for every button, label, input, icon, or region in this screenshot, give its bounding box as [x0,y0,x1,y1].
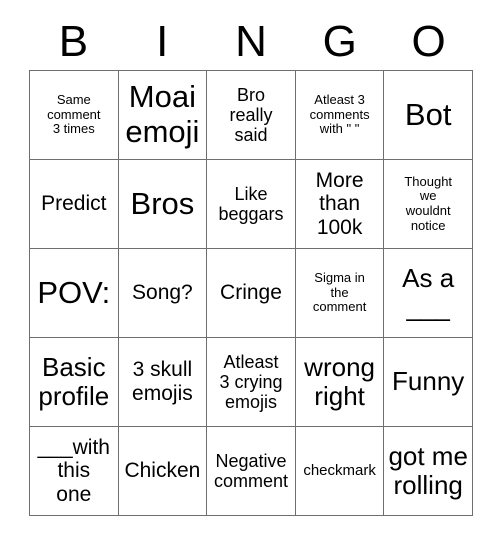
bingo-cell-label: Atleast 3 comments with " " [309,92,370,137]
bingo-cell-label: Thought we wouldnt notice [404,173,453,233]
bingo-cell-label: POV: [37,274,111,310]
bingo-cell-label: Bro really said [229,84,273,146]
header-letter-b: B [58,17,89,66]
bingo-cell[interactable]: Atleast 3 comments with " " [295,71,385,160]
bingo-cell[interactable]: 3 skull emojis [118,338,208,427]
bingo-cell-label: Funny [392,366,465,397]
bingo-cell[interactable]: ___with this one [30,427,119,516]
bingo-cell[interactable]: Song? [118,249,208,338]
bingo-cell-label: got me rolling [388,440,468,500]
bingo-cell[interactable]: Atleast 3 crying emojis [207,338,296,427]
bingo-cell[interactable]: wrong right [295,338,385,427]
bingo-cell[interactable]: got me rolling [384,427,473,516]
bingo-cell[interactable]: Bot [384,71,473,160]
bingo-cell[interactable]: Basic profile [30,338,119,427]
header-letter-g: G [322,17,357,66]
bingo-cell-label: wrong right [304,351,375,411]
bingo-cell-label: checkmark [303,461,376,479]
bingo-cell[interactable]: Bros [118,160,208,249]
bingo-header-row: B I N G O [29,14,473,70]
bingo-cell-label: Sigma in the comment [312,270,367,315]
bingo-cell[interactable]: Moai emoji [118,71,208,160]
header-letter-o: O [411,17,446,66]
bingo-cell[interactable]: Sigma in the comment [295,249,385,338]
bingo-cell-label: Predict [41,192,107,216]
bingo-cell[interactable]: Cringe [207,249,296,338]
bingo-cell[interactable]: Thought we wouldnt notice [384,160,473,249]
bingo-cell[interactable]: Chicken [118,427,208,516]
bingo-cell[interactable]: More than 100k [295,160,385,249]
bingo-cell-label: Chicken [124,459,201,483]
bingo-cell[interactable]: Funny [384,338,473,427]
header-letter-n: N [235,17,267,66]
bingo-cell[interactable]: As a ___ [384,249,473,338]
bingo-cell-label: Basic profile [38,351,110,411]
bingo-cell[interactable]: POV: [30,249,119,338]
bingo-cell-label: Same comment 3 times [47,92,101,137]
bingo-cell-label: Bot [404,96,452,132]
bingo-cell-label: Song? [132,281,193,305]
bingo-card: B I N G O Same comment 3 times Moai emoj… [0,0,500,544]
bingo-cell-label: More than 100k [315,168,364,239]
bingo-cell-label: Negative comment [213,450,288,491]
bingo-cell[interactable]: Predict [30,160,119,249]
bingo-cell-label: Atleast 3 crying emojis [219,351,283,413]
bingo-cell[interactable]: Like beggars [207,160,296,249]
header-letter-i: I [156,17,169,66]
bingo-cell-label: Bros [130,185,195,221]
bingo-cell-label: Cringe [220,281,282,305]
bingo-cell-label: Moai emoji [125,79,200,149]
bingo-cell-label: ___with this one [37,435,110,506]
bingo-cell[interactable]: Bro really said [207,71,296,160]
bingo-cell-label: Like beggars [218,183,284,224]
bingo-cell[interactable]: Same comment 3 times [30,71,119,160]
bingo-cell[interactable]: checkmark [295,427,385,516]
bingo-grid: Same comment 3 times Moai emoji Bro real… [29,70,473,516]
bingo-cell-label: As a ___ [402,262,455,322]
bingo-cell-label: 3 skull emojis [132,358,193,405]
bingo-cell[interactable]: Negative comment [207,427,296,516]
